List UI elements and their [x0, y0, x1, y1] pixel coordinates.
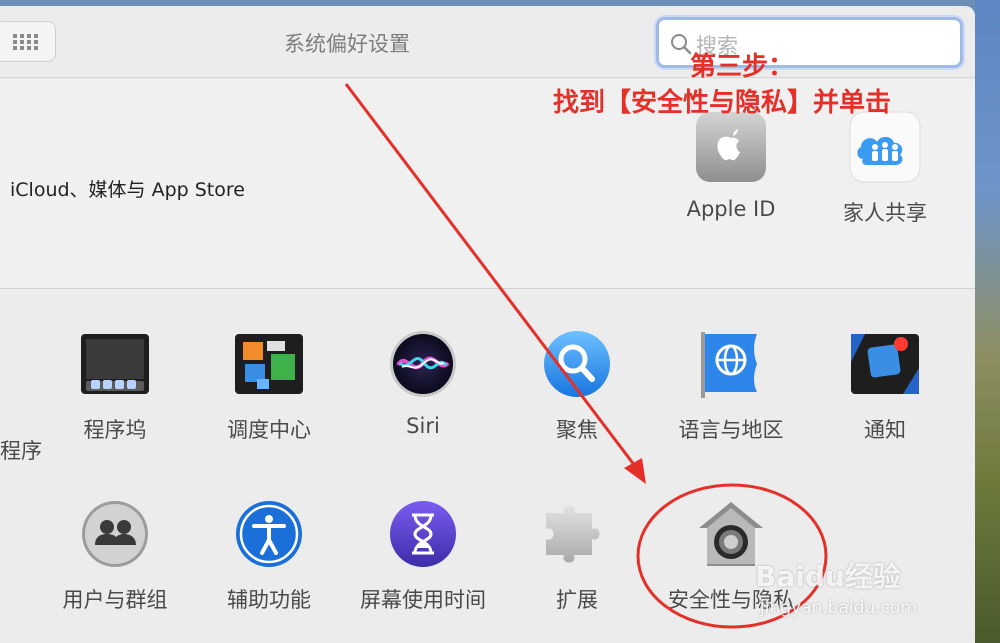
annotation-arrowhead: [624, 458, 646, 484]
watermark-url: jingyan.baidu.com: [760, 598, 917, 618]
annotation-arrow: [344, 83, 640, 471]
annotation-step-title: 第三步：: [690, 52, 795, 82]
annotation-step-text: 找到【安全性与隐私】并单击: [553, 88, 892, 118]
watermark-brand: Baidu经验: [755, 560, 901, 593]
